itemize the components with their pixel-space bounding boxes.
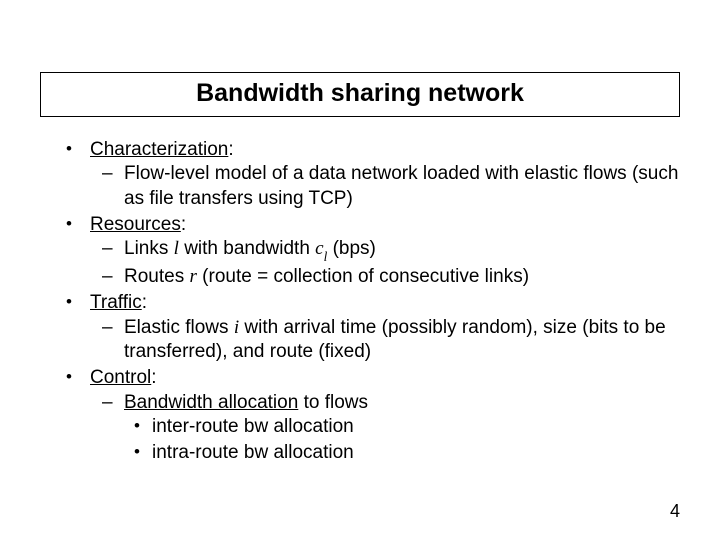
text: to flows [298, 392, 368, 413]
bullet-list: Characterization: Flow-level model of a … [66, 138, 680, 466]
text: (route = collection of consecutive links… [197, 266, 529, 287]
colon: : [151, 367, 156, 388]
traffic-label: Traffic [90, 292, 142, 313]
bw-alloc-underlined: Bandwidth allocation [124, 392, 298, 413]
colon: : [228, 139, 233, 160]
text: Routes [124, 266, 189, 287]
text: with bandwidth [179, 238, 315, 259]
text: Links [124, 238, 174, 259]
intra-route-bw: intra-route bw allocation [124, 441, 680, 465]
resources-links: Links l with bandwidth cl (bps) [90, 237, 680, 263]
var-r: r [189, 266, 196, 287]
traffic-elastic-flows: Elastic flows i with arrival time (possi… [90, 316, 680, 365]
slide-content: Characterization: Flow-level model of a … [66, 138, 680, 468]
control-bw-allocation: Bandwidth allocation to flows inter-rout… [90, 391, 680, 466]
title-box: Bandwidth sharing network [40, 72, 680, 117]
text: Elastic flows [124, 317, 234, 338]
resources-routes: Routes r (route = collection of consecut… [90, 265, 680, 289]
var-c: c [315, 238, 323, 259]
control-label: Control [90, 367, 151, 388]
slide: Bandwidth sharing network Characterizati… [0, 0, 720, 540]
slide-title: Bandwidth sharing network [196, 79, 524, 107]
resources-label: Resources [90, 214, 181, 235]
colon: : [142, 292, 147, 313]
inter-route-bw: inter-route bw allocation [124, 415, 680, 439]
characterization-sub: Flow-level model of a data network loade… [90, 162, 680, 211]
text: (bps) [327, 238, 376, 259]
characterization-label: Characterization [90, 139, 228, 160]
var-c-sub: l [324, 249, 328, 264]
bullet-control: Control: Bandwidth allocation to flows i… [66, 366, 680, 465]
bullet-traffic: Traffic: Elastic flows i with arrival ti… [66, 291, 680, 364]
bullet-resources: Resources: Links l with bandwidth cl (bp… [66, 213, 680, 289]
colon: : [181, 214, 186, 235]
page-number: 4 [670, 501, 680, 522]
bullet-characterization: Characterization: Flow-level model of a … [66, 138, 680, 211]
